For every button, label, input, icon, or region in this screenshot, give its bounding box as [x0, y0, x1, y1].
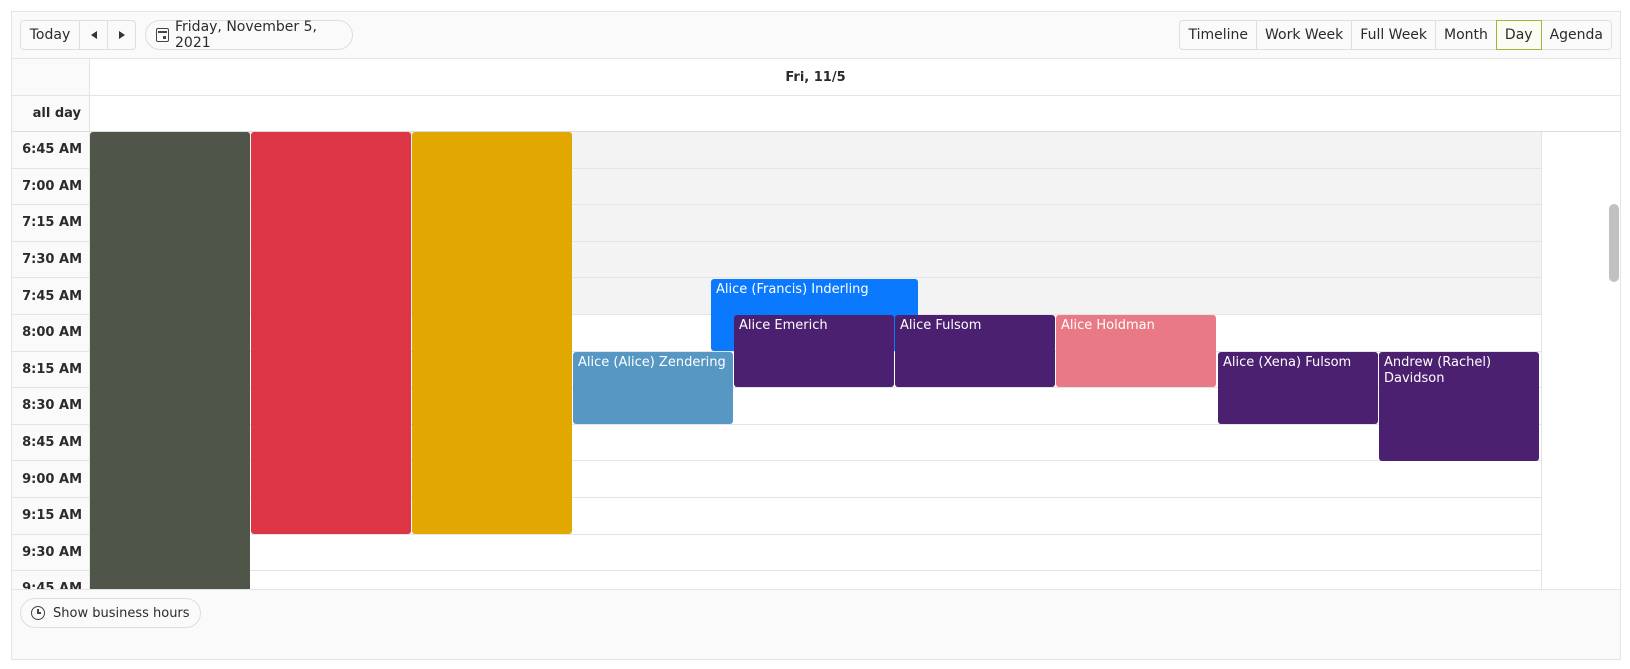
footer: Show business hours — [12, 589, 1620, 637]
event-block[interactable] — [412, 132, 572, 534]
date-header: Fri, 11/5 — [12, 59, 1620, 96]
time-label: 8:45 AM — [12, 425, 90, 462]
time-label: 8:00 AM — [12, 315, 90, 352]
business-hours-label: Show business hours — [53, 605, 190, 621]
time-label: 9:15 AM — [12, 498, 90, 535]
view-agenda[interactable]: Agenda — [1540, 20, 1612, 50]
calendar-icon — [156, 28, 169, 42]
time-label: 7:45 AM — [12, 278, 90, 315]
toolbar: Today Friday, November 5, 2021 Timeline … — [12, 12, 1620, 59]
view-timeline[interactable]: Timeline — [1179, 20, 1258, 50]
prev-button[interactable] — [79, 20, 108, 50]
time-label: 9:45 AM — [12, 571, 90, 589]
time-gutter: 6:45 AM 7:00 AM 7:15 AM 7:30 AM 7:45 AM … — [12, 132, 90, 589]
all-day-row: all day — [12, 96, 1620, 132]
show-business-hours-button[interactable]: Show business hours — [20, 598, 201, 628]
time-label: 7:00 AM — [12, 169, 90, 206]
next-button[interactable] — [107, 20, 136, 50]
time-label: 8:15 AM — [12, 352, 90, 389]
event-block[interactable]: Alice (Alice) Zendering — [573, 352, 733, 424]
header-gutter — [12, 59, 90, 95]
time-label: 7:30 AM — [12, 242, 90, 279]
time-grid: 6:45 AM 7:00 AM 7:15 AM 7:30 AM 7:45 AM … — [12, 132, 1620, 589]
clock-icon — [31, 606, 45, 620]
view-day[interactable]: Day — [1495, 20, 1542, 50]
time-label: 6:45 AM — [12, 132, 90, 169]
triangle-right-icon — [118, 31, 125, 39]
time-slot[interactable] — [90, 535, 1541, 572]
view-work-week[interactable]: Work Week — [1256, 20, 1353, 50]
date-picker-button[interactable]: Friday, November 5, 2021 — [145, 19, 353, 51]
time-label: 7:15 AM — [12, 205, 90, 242]
event-block[interactable]: Alice Emerich — [734, 315, 894, 387]
scrollbar-thumb[interactable] — [1609, 204, 1619, 282]
day-column-header[interactable]: Fri, 11/5 — [90, 59, 1541, 95]
current-date-label: Friday, November 5, 2021 — [175, 19, 317, 51]
today-button[interactable]: Today — [20, 20, 80, 50]
event-block[interactable]: Andrew (Rachel) Davidson — [1379, 352, 1539, 461]
time-label: 9:30 AM — [12, 535, 90, 572]
view-full-week[interactable]: Full Week — [1351, 20, 1437, 50]
event-block[interactable]: Alice Fulsom — [895, 315, 1055, 387]
view-switcher: Timeline Work Week Full Week Month Day A… — [1179, 20, 1612, 50]
time-slot[interactable] — [90, 571, 1541, 589]
day-slots: Alice (Alice) Zendering Alice (Francis) … — [90, 132, 1541, 589]
event-block[interactable] — [90, 132, 250, 589]
scroll-track — [1541, 132, 1620, 589]
time-label: 9:00 AM — [12, 461, 90, 498]
event-block[interactable] — [251, 132, 411, 534]
view-month[interactable]: Month — [1435, 20, 1497, 50]
triangle-left-icon — [90, 31, 97, 39]
event-block[interactable]: Alice (Xena) Fulsom — [1218, 352, 1378, 424]
event-block[interactable]: Alice Holdman — [1056, 315, 1216, 387]
time-label: 8:30 AM — [12, 388, 90, 425]
all-day-label: all day — [12, 96, 90, 131]
scheduler: Today Friday, November 5, 2021 Timeline … — [11, 11, 1621, 660]
